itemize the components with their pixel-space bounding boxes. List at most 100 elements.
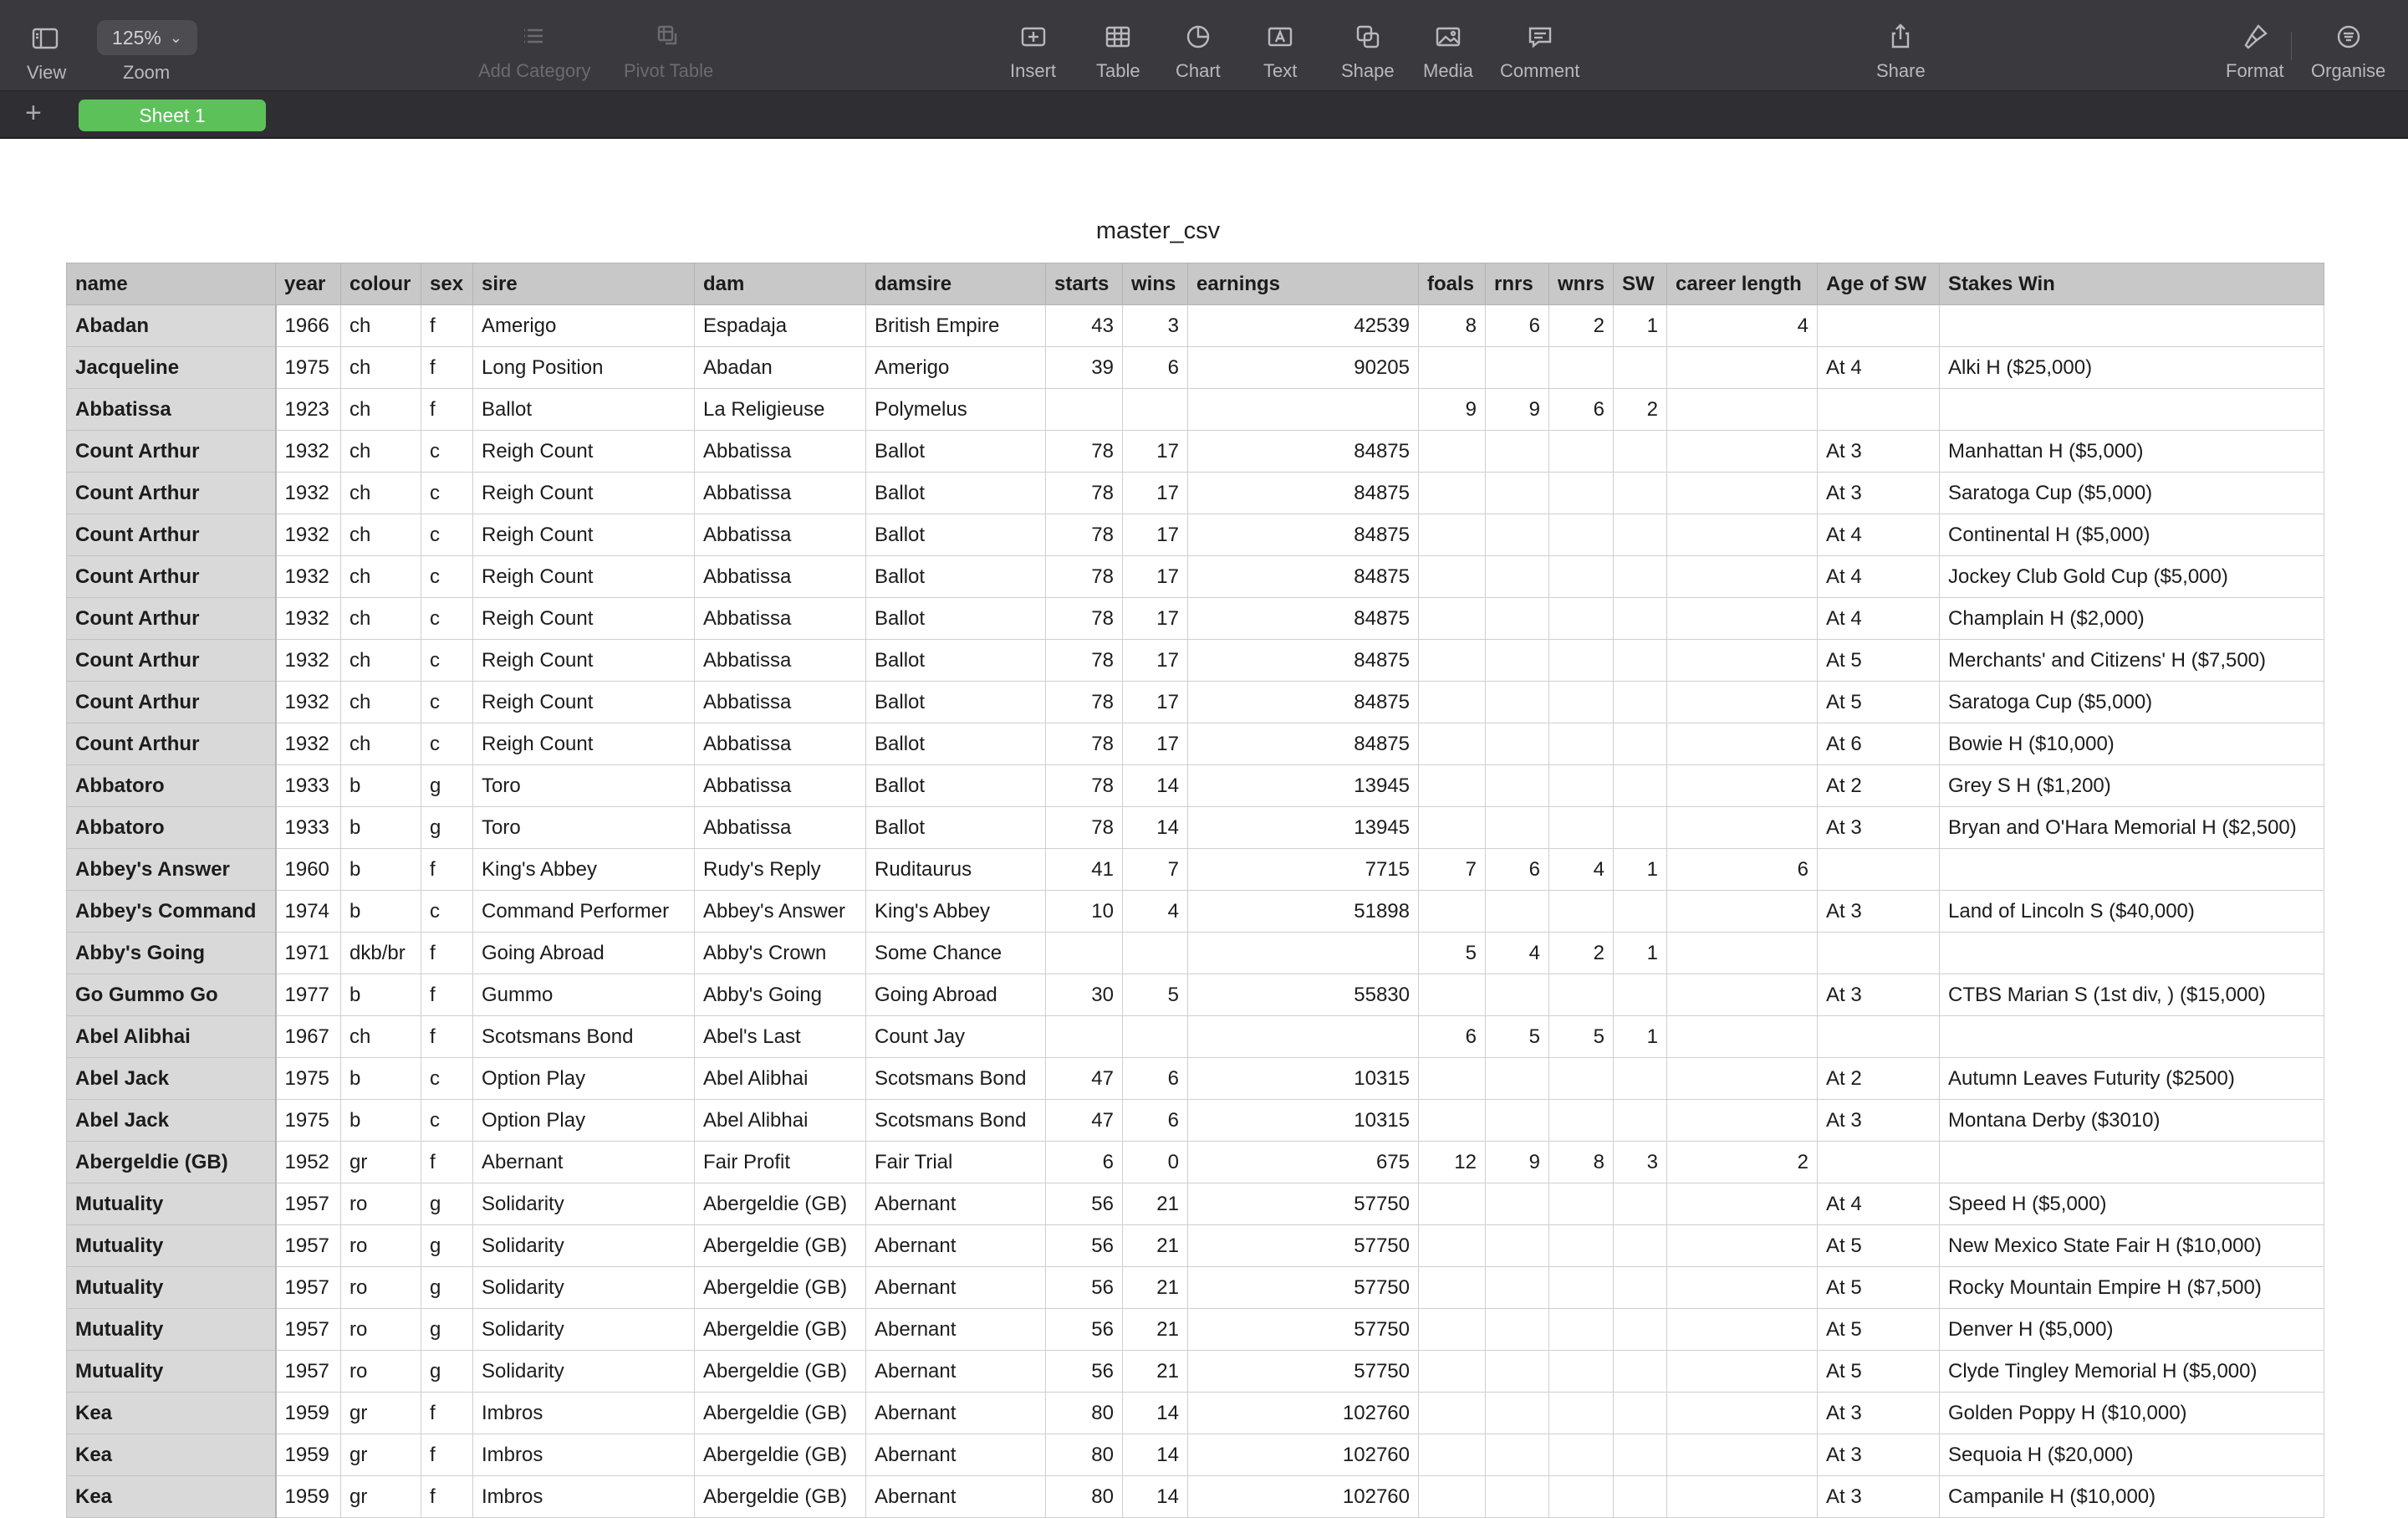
table-cell[interactable]: ch bbox=[340, 597, 421, 640]
column-header[interactable]: SW bbox=[1613, 263, 1668, 305]
table-cell[interactable]: Abergeldie (GB) bbox=[694, 1224, 866, 1267]
table-cell[interactable]: 30 bbox=[1045, 974, 1123, 1016]
table-cell[interactable]: 1957 bbox=[274, 1224, 341, 1267]
table-cell[interactable]: 5 bbox=[1548, 1015, 1615, 1058]
table-cell[interactable]: At 6 bbox=[1817, 723, 1941, 765]
table-cell[interactable] bbox=[1418, 1057, 1486, 1100]
table-cell[interactable]: 17 bbox=[1122, 555, 1188, 598]
table-cell[interactable] bbox=[1666, 514, 1819, 556]
table-cell[interactable]: 6 bbox=[1548, 388, 1615, 431]
table-cell[interactable]: Denver H ($5,000) bbox=[1939, 1308, 2325, 1351]
table-cell[interactable] bbox=[1485, 806, 1549, 849]
table-cell[interactable]: 7715 bbox=[1187, 848, 1419, 891]
table-cell[interactable]: 51898 bbox=[1187, 890, 1419, 933]
table-cell[interactable]: At 3 bbox=[1817, 1099, 1941, 1142]
table-cell[interactable]: 57750 bbox=[1187, 1224, 1419, 1267]
table-cell[interactable]: Scotsmans Bond bbox=[865, 1057, 1046, 1100]
table-cell[interactable]: Solidarity bbox=[472, 1308, 695, 1351]
table-cell[interactable] bbox=[1187, 932, 1419, 974]
table-cell[interactable] bbox=[1548, 346, 1615, 389]
table-cell[interactable]: 9 bbox=[1418, 388, 1486, 431]
table-cell[interactable]: 13945 bbox=[1187, 764, 1419, 807]
table-cell[interactable] bbox=[1666, 723, 1819, 765]
table-cell[interactable]: Sequoia H ($20,000) bbox=[1939, 1434, 2325, 1476]
table-cell[interactable]: 57750 bbox=[1187, 1183, 1419, 1225]
table-cell[interactable]: Reigh Count bbox=[472, 555, 695, 598]
table-cell[interactable]: c bbox=[421, 639, 473, 682]
table-cell[interactable]: 17 bbox=[1122, 681, 1188, 723]
table-cell[interactable]: c bbox=[421, 514, 473, 556]
table-cell[interactable]: 4 bbox=[1485, 932, 1549, 974]
table-cell[interactable]: King's Abbey bbox=[865, 890, 1046, 933]
table-cell[interactable] bbox=[1485, 1475, 1549, 1518]
table-cell[interactable]: 39 bbox=[1045, 346, 1123, 389]
row-header-cell[interactable]: Count Arthur bbox=[66, 597, 276, 640]
row-header-cell[interactable]: Count Arthur bbox=[66, 681, 276, 723]
media-button[interactable]: Media bbox=[1423, 17, 1473, 82]
table-cell[interactable]: 3 bbox=[1613, 1141, 1668, 1183]
column-header[interactable]: name bbox=[66, 263, 276, 305]
table-cell[interactable] bbox=[1548, 1183, 1615, 1225]
table-cell[interactable] bbox=[1418, 346, 1486, 389]
table-cell[interactable]: 17 bbox=[1122, 430, 1188, 473]
table-cell[interactable]: 78 bbox=[1045, 723, 1123, 765]
table-cell[interactable]: gr bbox=[340, 1475, 421, 1518]
table-cell[interactable] bbox=[1613, 806, 1668, 849]
table-button[interactable]: Table bbox=[1096, 17, 1140, 82]
table-cell[interactable]: At 3 bbox=[1817, 430, 1941, 473]
table-cell[interactable]: Amerigo bbox=[865, 346, 1046, 389]
table-cell[interactable]: 1977 bbox=[274, 974, 341, 1016]
table-cell[interactable] bbox=[1418, 597, 1486, 640]
text-button[interactable]: Text bbox=[1263, 17, 1297, 82]
table-cell[interactable]: Abby's Crown bbox=[694, 932, 866, 974]
table-cell[interactable]: 78 bbox=[1045, 806, 1123, 849]
table-cell[interactable]: 21 bbox=[1122, 1266, 1188, 1309]
table-cell[interactable] bbox=[1939, 932, 2325, 974]
table-cell[interactable]: f bbox=[421, 974, 473, 1016]
table-cell[interactable]: Reigh Count bbox=[472, 681, 695, 723]
row-header-cell[interactable]: Abbatoro bbox=[66, 806, 276, 849]
table-cell[interactable] bbox=[1485, 597, 1549, 640]
table-cell[interactable]: Abergeldie (GB) bbox=[694, 1475, 866, 1518]
table-cell[interactable]: 55830 bbox=[1187, 974, 1419, 1016]
row-header-cell[interactable]: Abbey's Answer bbox=[66, 848, 276, 891]
table-cell[interactable] bbox=[1485, 472, 1549, 514]
table-cell[interactable]: Scotsmans Bond bbox=[865, 1099, 1046, 1142]
table-cell[interactable]: 80 bbox=[1045, 1434, 1123, 1476]
table-cell[interactable]: 1971 bbox=[274, 932, 341, 974]
table-cell[interactable]: gr bbox=[340, 1434, 421, 1476]
column-header[interactable]: sire bbox=[472, 263, 695, 305]
table-cell[interactable]: La Religieuse bbox=[694, 388, 866, 431]
table-cell[interactable]: At 5 bbox=[1817, 639, 1941, 682]
table-cell[interactable] bbox=[1666, 1057, 1819, 1100]
table-cell[interactable]: Abernant bbox=[865, 1350, 1046, 1393]
table-cell[interactable]: Command Performer bbox=[472, 890, 695, 933]
table-cell[interactable]: At 4 bbox=[1817, 1183, 1941, 1225]
table-cell[interactable] bbox=[1548, 806, 1615, 849]
table-cell[interactable] bbox=[1418, 1224, 1486, 1267]
table-cell[interactable] bbox=[1666, 806, 1819, 849]
table-cell[interactable] bbox=[1817, 848, 1941, 891]
table-cell[interactable]: 1957 bbox=[274, 1308, 341, 1351]
table-cell[interactable]: g bbox=[421, 1183, 473, 1225]
table-cell[interactable]: Option Play bbox=[472, 1057, 695, 1100]
table-cell[interactable] bbox=[1613, 723, 1668, 765]
table-cell[interactable]: Golden Poppy H ($10,000) bbox=[1939, 1392, 2325, 1434]
table-cell[interactable] bbox=[1666, 974, 1819, 1016]
table-cell[interactable]: Speed H ($5,000) bbox=[1939, 1183, 2325, 1225]
table-cell[interactable]: Jockey Club Gold Cup ($5,000) bbox=[1939, 555, 2325, 598]
table-cell[interactable]: CTBS Marian S (1st div, ) ($15,000) bbox=[1939, 974, 2325, 1016]
table-cell[interactable] bbox=[1613, 1224, 1668, 1267]
table-cell[interactable]: 4 bbox=[1122, 890, 1188, 933]
table-cell[interactable]: Ballot bbox=[865, 430, 1046, 473]
table-cell[interactable]: 5 bbox=[1485, 1015, 1549, 1058]
table-cell[interactable]: c bbox=[421, 681, 473, 723]
table-cell[interactable]: Solidarity bbox=[472, 1350, 695, 1393]
table-cell[interactable] bbox=[1045, 1015, 1123, 1058]
table-cell[interactable]: 5 bbox=[1122, 974, 1188, 1016]
table-cell[interactable]: ch bbox=[340, 388, 421, 431]
table-cell[interactable] bbox=[1613, 1392, 1668, 1434]
table-cell[interactable]: 56 bbox=[1045, 1266, 1123, 1309]
table-cell[interactable]: Ballot bbox=[865, 555, 1046, 598]
table-cell[interactable] bbox=[1548, 430, 1615, 473]
